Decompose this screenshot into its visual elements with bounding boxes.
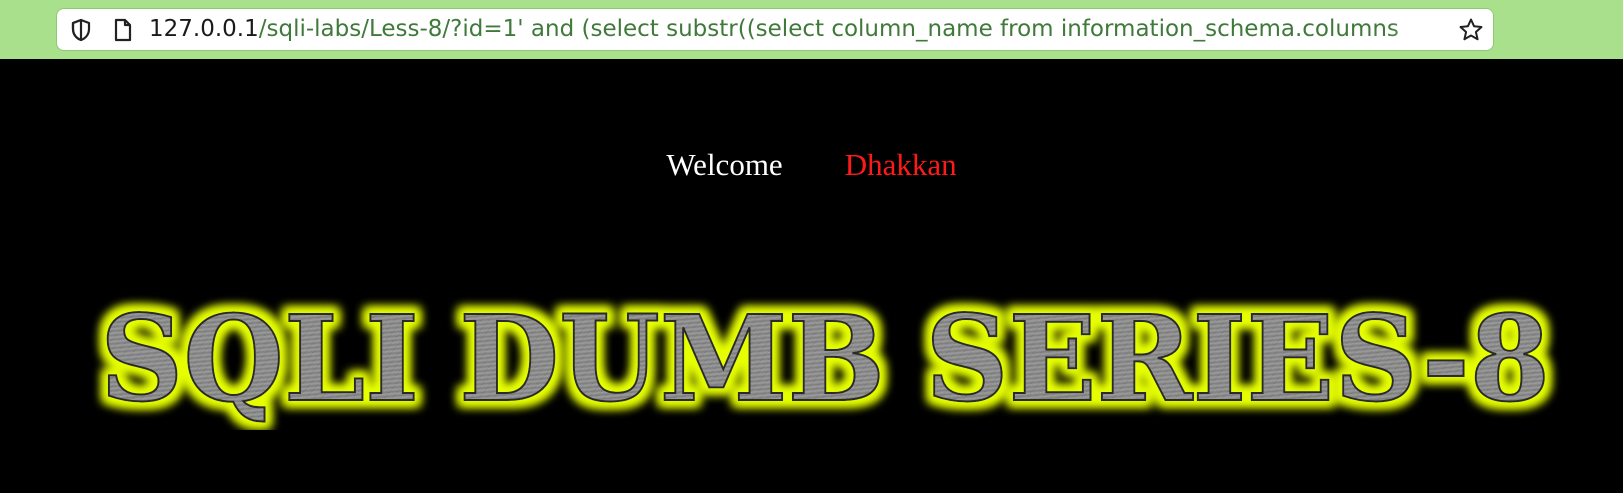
shield-icon[interactable]	[67, 9, 95, 50]
url-fade	[1389, 9, 1449, 50]
url-input[interactable]: 127.0.0.1/sqli-labs/Less-8/?id=1' and (s…	[149, 9, 1447, 50]
banner-title: SQLI DUMB SERIES-8	[100, 290, 1550, 428]
browser-toolbar: 127.0.0.1/sqli-labs/Less-8/?id=1' and (s…	[0, 0, 1623, 59]
welcome-label: Welcome	[666, 147, 783, 182]
page-icon[interactable]	[109, 9, 137, 50]
series-banner: SQLI DUMB SERIES-8	[60, 290, 1590, 430]
user-name: Dhakkan	[844, 147, 957, 182]
url-path: /sqli-labs/Less-8/?id=1' and (select sub…	[258, 16, 1399, 42]
welcome-message: Welcome Dhakkan	[0, 147, 1623, 191]
address-bar[interactable]: 127.0.0.1/sqli-labs/Less-8/?id=1' and (s…	[57, 9, 1493, 50]
url-host: 127.0.0.1	[149, 16, 259, 42]
star-icon[interactable]	[1449, 9, 1493, 50]
